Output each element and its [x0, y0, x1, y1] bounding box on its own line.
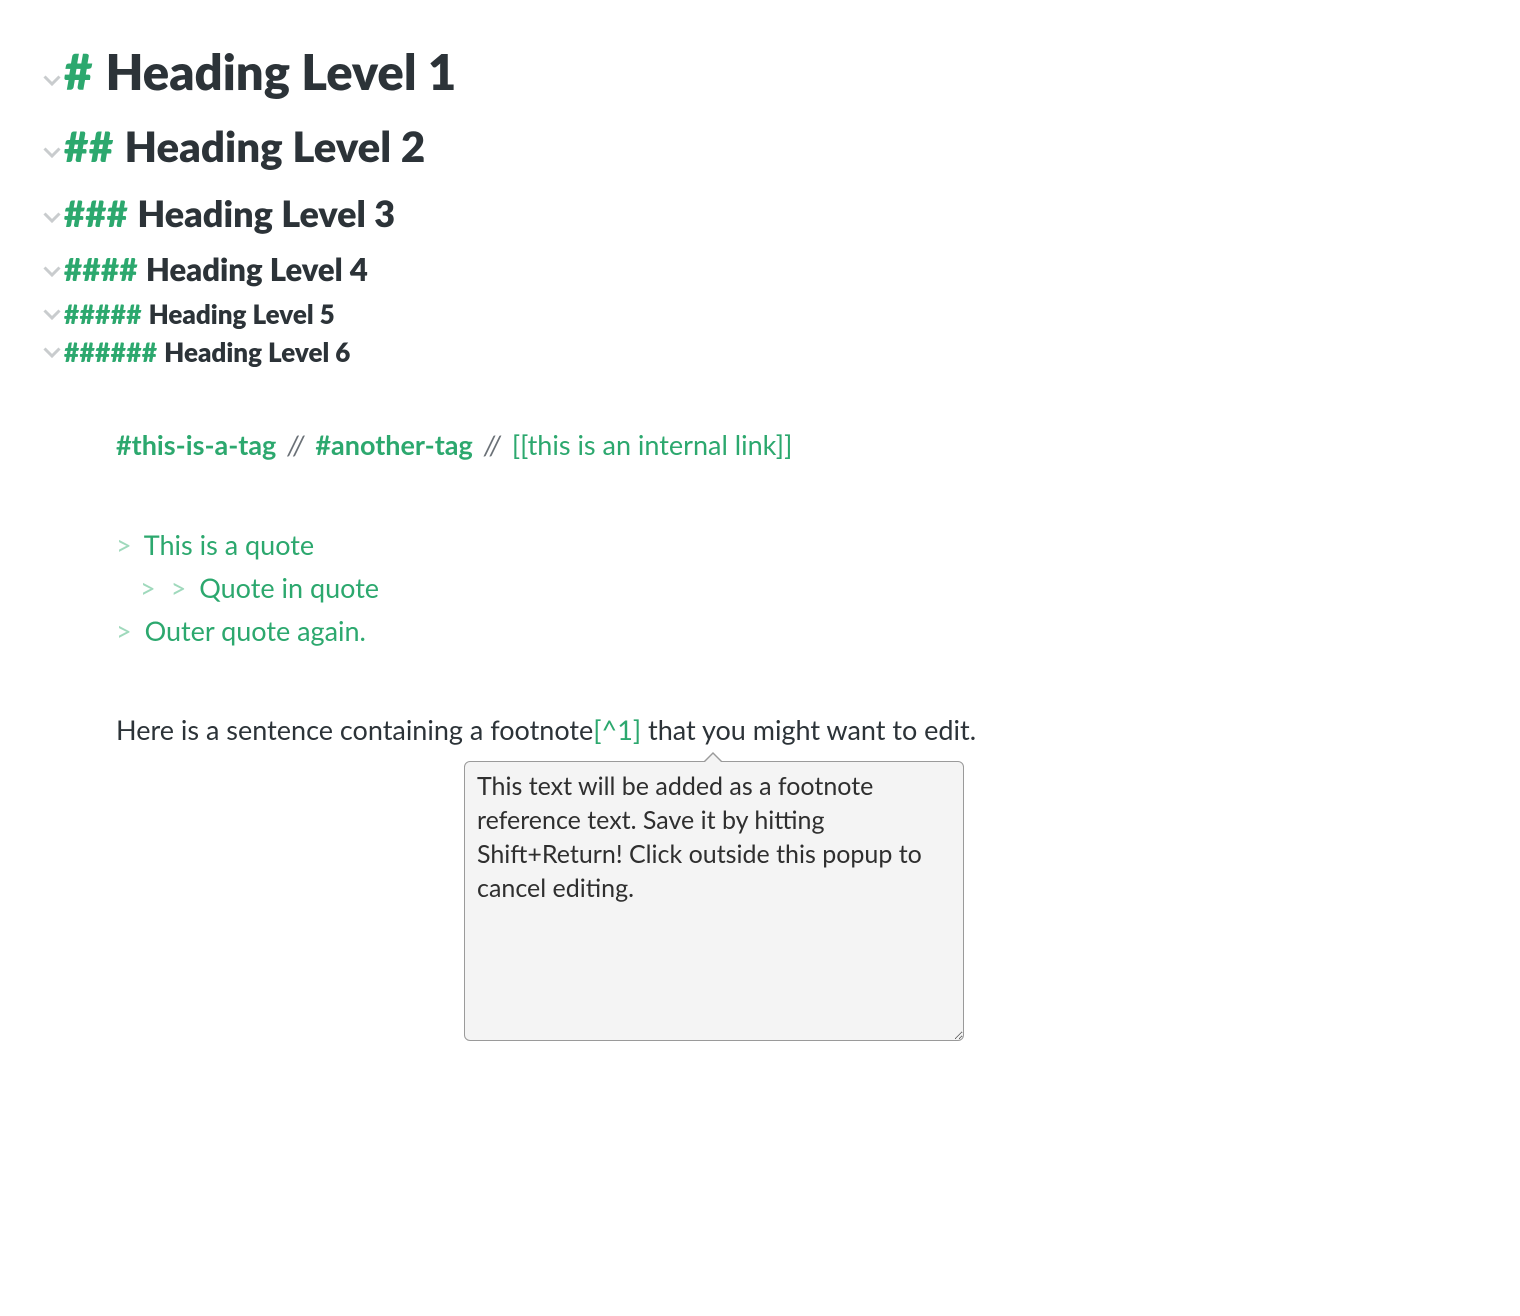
quote-line-3: > Outer quote again.: [116, 609, 1480, 652]
heading-6-text: Heading Level 6: [164, 338, 350, 368]
blockquote[interactable]: > This is a quote > > Quote in quote > O…: [40, 523, 1480, 653]
heading-3-hash: ###: [64, 193, 128, 234]
fold-chevron-icon[interactable]: [40, 72, 64, 90]
heading-4-text: Heading Level 4: [146, 252, 368, 288]
heading-4-row[interactable]: #### Heading Level 4: [40, 252, 1480, 288]
heading-1-text: Heading Level 1: [105, 44, 456, 100]
heading-6-hash: ######: [64, 338, 157, 368]
footnote-popup: [464, 761, 964, 1045]
quote-line-1: > This is a quote: [116, 523, 1480, 566]
heading-2-row[interactable]: ## Heading Level 2: [40, 122, 1480, 170]
fold-chevron-icon[interactable]: [40, 209, 64, 227]
heading-1-row[interactable]: # Heading Level 1: [40, 44, 1480, 100]
fold-chevron-icon[interactable]: [40, 306, 64, 324]
tag-separator: //: [287, 428, 304, 461]
internal-link[interactable]: [[this is an internal link]]: [512, 428, 793, 461]
heading-5-row[interactable]: ##### Heading Level 5: [40, 300, 1480, 330]
fold-chevron-icon[interactable]: [40, 344, 64, 362]
quote-marker-icon: >: [116, 528, 132, 561]
heading-5-text: Heading Level 5: [149, 300, 335, 330]
quote-text-2: Quote in quote: [199, 571, 379, 604]
quote-text-1: This is a quote: [144, 528, 314, 561]
footnote-after-text: that you might want to edit.: [641, 713, 976, 746]
quote-marker-icon: >: [140, 571, 156, 604]
fold-chevron-icon[interactable]: [40, 144, 64, 162]
heading-2-text: Heading Level 2: [125, 122, 426, 170]
quote-marker-icon: >: [171, 571, 187, 604]
footnote-reference[interactable]: [^1]: [593, 713, 641, 746]
quote-text-3: Outer quote again.: [145, 614, 366, 647]
tag-separator: //: [484, 428, 501, 461]
quote-marker-icon: >: [116, 614, 132, 647]
heading-4-hash: ####: [64, 252, 138, 288]
heading-3-text: Heading Level 3: [137, 193, 395, 234]
footnote-before-text: Here is a sentence containing a footnote: [116, 713, 593, 746]
tag-2[interactable]: #another-tag: [315, 428, 472, 461]
quote-line-2: > > Quote in quote: [116, 566, 1480, 609]
heading-1-hash: #: [64, 44, 93, 100]
popup-arrow-icon: [705, 754, 721, 762]
tags-line[interactable]: #this-is-a-tag // #another-tag // [[this…: [40, 425, 1480, 464]
fold-chevron-icon[interactable]: [40, 263, 64, 281]
heading-5-hash: #####: [64, 300, 142, 330]
footnote-textarea[interactable]: [464, 761, 964, 1041]
heading-6-row[interactable]: ###### Heading Level 6: [40, 338, 1480, 368]
heading-3-row[interactable]: ### Heading Level 3: [40, 193, 1480, 234]
footnote-paragraph[interactable]: Here is a sentence containing a footnote…: [40, 710, 1480, 749]
markdown-editor[interactable]: # Heading Level 1 ## Heading Level 2 ###…: [0, 0, 1520, 1085]
tag-1[interactable]: #this-is-a-tag: [116, 428, 276, 461]
heading-2-hash: ##: [64, 122, 114, 170]
